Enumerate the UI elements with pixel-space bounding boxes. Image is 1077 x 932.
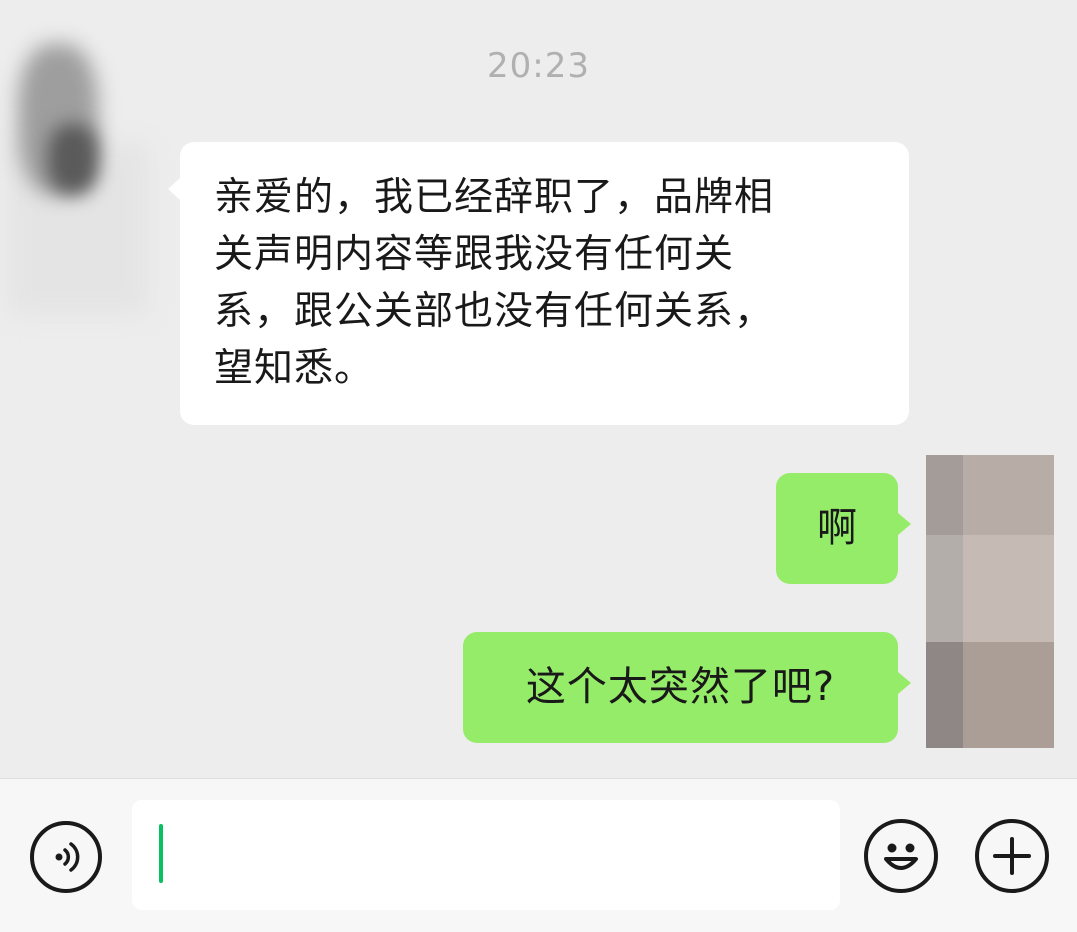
outgoing-message-bubble[interactable]: 啊 bbox=[776, 473, 911, 584]
message-line: 关声明内容等跟我没有任何关 bbox=[214, 232, 735, 277]
message-line: 系，跟公关部也没有任何关系， bbox=[214, 289, 775, 334]
emoji-button[interactable] bbox=[864, 819, 938, 893]
message-text: 这个太突然了吧? bbox=[525, 664, 836, 710]
message-timestamp: 20:23 bbox=[487, 46, 590, 86]
plus-icon bbox=[993, 837, 1031, 875]
my-avatar[interactable] bbox=[926, 455, 1054, 748]
contact-avatar[interactable] bbox=[8, 34, 148, 334]
emoji-icon bbox=[884, 843, 918, 870]
voice-button[interactable] bbox=[30, 821, 102, 893]
message-line: 望知悉。 bbox=[214, 346, 375, 391]
voice-icon bbox=[55, 842, 80, 872]
message-input-bar bbox=[0, 778, 1077, 932]
message-text-input[interactable] bbox=[132, 800, 840, 910]
more-button[interactable] bbox=[975, 819, 1049, 893]
message-text: 啊 bbox=[817, 505, 857, 551]
chat-area[interactable]: 20:23 亲爱的，我已经辞职了，品牌相 关声明内容等跟我没有任何关 系，跟公关… bbox=[0, 0, 1077, 778]
text-cursor bbox=[159, 824, 163, 883]
incoming-message-bubble[interactable]: 亲爱的，我已经辞职了，品牌相 关声明内容等跟我没有任何关 系，跟公关部也没有任何… bbox=[168, 142, 909, 425]
outgoing-message-bubble[interactable]: 这个太突然了吧? bbox=[463, 632, 911, 743]
message-line: 亲爱的，我已经辞职了，品牌相 bbox=[214, 175, 775, 220]
